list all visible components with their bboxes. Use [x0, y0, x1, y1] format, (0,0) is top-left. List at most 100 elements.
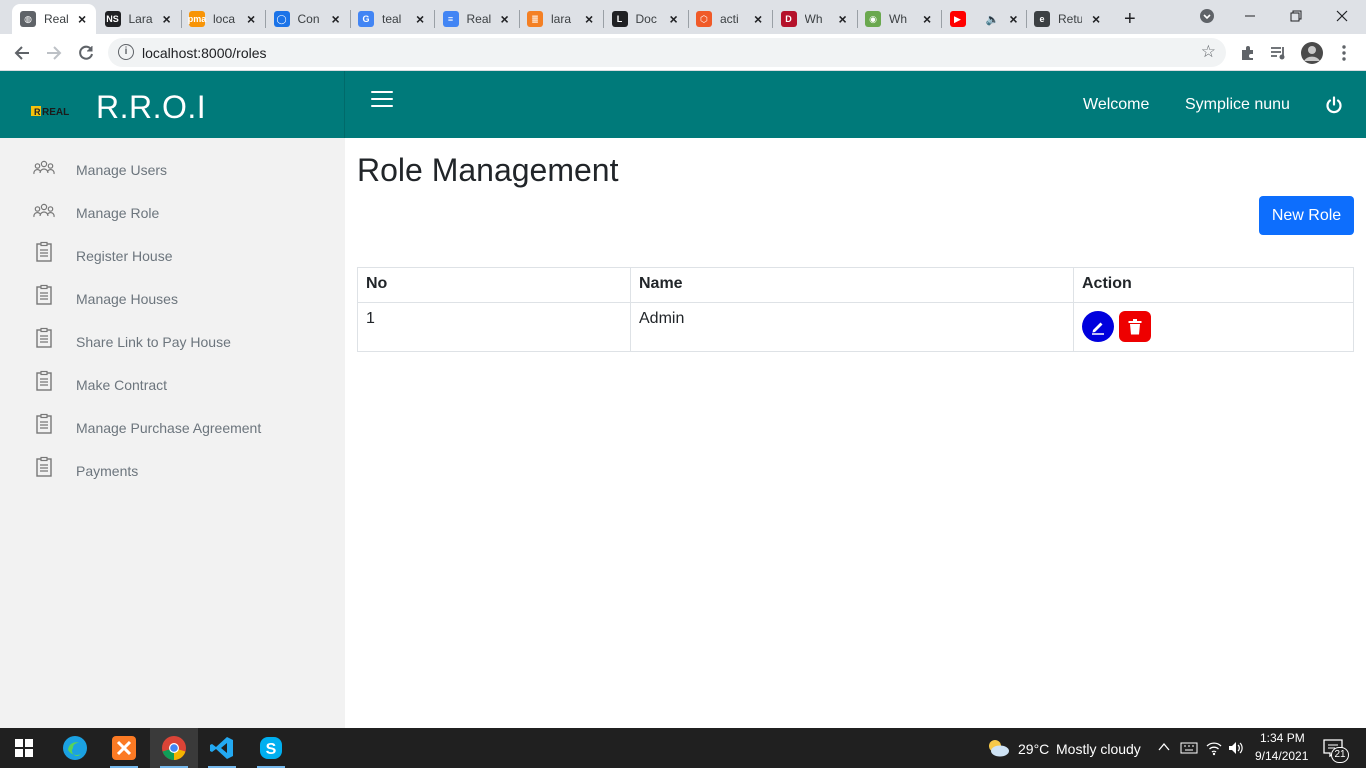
sidebar-item-manage-houses[interactable]: Manage Houses [0, 284, 345, 330]
stackoverflow-icon: ≣ [527, 11, 543, 27]
wifi-icon[interactable] [1205, 740, 1223, 756]
column-header-no: No [357, 267, 631, 303]
browser-tab[interactable]: ◯ Con × [266, 4, 350, 34]
close-tab-icon[interactable]: × [1092, 11, 1100, 27]
kebab-menu-icon [1342, 45, 1346, 61]
tab-search-button[interactable] [1184, 0, 1230, 32]
browser-tab[interactable]: ≣ lara × [519, 4, 603, 34]
clipboard-icon [33, 284, 55, 306]
taskbar-vscode[interactable] [198, 728, 246, 768]
address-bar[interactable]: i localhost:8000/roles ☆ [108, 38, 1226, 67]
notification-badge[interactable]: 21 [1331, 747, 1349, 763]
d-icon: D [780, 11, 797, 27]
profile-avatar[interactable] [1300, 41, 1324, 65]
windows-taskbar: S 29°C Mostly cloudy 1:34 PM 9/14/2021 2… [0, 728, 1366, 768]
browser-tab[interactable]: pma loca × [181, 4, 265, 34]
weather-description[interactable]: Mostly cloudy [1056, 741, 1141, 757]
forward-button[interactable] [42, 41, 66, 65]
clock-time[interactable]: 1:34 PM [1260, 731, 1305, 745]
clipboard-icon [33, 241, 55, 263]
browser-tab[interactable]: Gteal × [350, 4, 434, 34]
tab-audio-icon[interactable]: 🔈 [986, 13, 1000, 26]
sidebar-item-manage-users[interactable]: Manage Users [0, 158, 345, 201]
sidebar-toggle-button[interactable] [371, 91, 393, 109]
browser-tab[interactable]: ≡ Real × [435, 4, 519, 34]
puzzle-icon [1242, 46, 1253, 60]
browser-tab[interactable]: D Wh × [773, 4, 857, 34]
user-name[interactable]: Symplice nunu [1185, 96, 1290, 114]
close-tab-icon[interactable]: × [247, 11, 255, 27]
close-window-button[interactable] [1319, 0, 1365, 32]
close-tab-icon[interactable]: × [585, 11, 593, 27]
taskbar-chrome[interactable] [150, 728, 198, 768]
close-tab-icon[interactable]: × [839, 11, 847, 27]
browser-toolbar: i localhost:8000/roles ☆ [0, 34, 1366, 71]
close-tab-icon[interactable]: × [923, 11, 931, 27]
new-role-button[interactable]: New Role [1259, 196, 1354, 235]
browser-tab[interactable]: L Doc × [604, 4, 688, 34]
power-icon[interactable] [1325, 96, 1343, 114]
circle-icon: ◯ [273, 11, 290, 27]
sidebar-item-payments[interactable]: Payments [0, 456, 345, 502]
close-icon [1336, 10, 1348, 22]
browser-tab[interactable]: ◉ Wh × [857, 4, 941, 34]
close-tab-icon[interactable]: × [501, 11, 509, 27]
tab-title: Wh [804, 12, 823, 26]
media-control-button[interactable] [1267, 41, 1291, 65]
column-header-action: Action [1073, 267, 1354, 303]
pencil-icon [1092, 322, 1104, 335]
sidebar-item-manage-role[interactable]: Manage Role [0, 201, 345, 244]
browser-tab[interactable]: ▶ 🔈 × [942, 4, 1026, 34]
browser-menu-button[interactable] [1332, 41, 1356, 65]
sidebar-item-make-contract[interactable]: Make Contract [0, 370, 345, 416]
minimize-button[interactable] [1227, 0, 1273, 32]
new-tab-button[interactable]: + [1116, 4, 1144, 34]
close-tab-icon[interactable]: × [163, 11, 171, 27]
browser-tab[interactable]: e Retu × [1026, 4, 1110, 34]
info-icon[interactable]: i [118, 44, 134, 60]
playlist-icon [1271, 47, 1285, 60]
chevron-up-icon[interactable] [1158, 742, 1170, 752]
close-tab-icon[interactable]: × [332, 11, 340, 27]
sidebar-item-label: Share Link to Pay House [76, 334, 231, 350]
taskbar-xampp[interactable] [100, 728, 148, 768]
volume-icon[interactable] [1228, 740, 1244, 756]
close-tab-icon[interactable]: × [78, 11, 86, 27]
edit-role-button[interactable] [1082, 311, 1114, 342]
brand: R REAL R.R.O.I [0, 71, 345, 138]
restore-button[interactable] [1273, 0, 1319, 32]
weather-temp[interactable]: 29°C [1018, 741, 1049, 757]
weather-icon[interactable] [986, 738, 1010, 758]
close-tab-icon[interactable]: × [416, 11, 424, 27]
sidebar-item-register-house[interactable]: Register House [0, 241, 345, 287]
clock-date[interactable]: 9/14/2021 [1255, 749, 1308, 763]
windows-logo-icon [15, 739, 33, 757]
browser-tab[interactable]: ⬡ acti × [688, 4, 772, 34]
close-tab-icon[interactable]: × [670, 11, 678, 27]
bookmark-star-icon[interactable]: ☆ [1201, 42, 1216, 62]
url-text[interactable]: localhost:8000/roles [142, 45, 267, 61]
ns-icon: NS [104, 11, 121, 27]
welcome-text: Welcome [1083, 96, 1150, 113]
cell-name: Admin [630, 302, 1074, 352]
close-tab-icon[interactable]: × [1009, 11, 1017, 27]
taskbar-skype[interactable]: S [247, 728, 295, 768]
taskbar-edge[interactable] [51, 728, 99, 768]
sidebar-item-manage-purchase-agreement[interactable]: Manage Purchase Agreement [0, 413, 345, 459]
keyboard-icon[interactable] [1180, 741, 1198, 755]
brand-name[interactable]: R.R.O.I [96, 89, 206, 126]
browser-tab[interactable]: NS Lara × [97, 4, 181, 34]
restore-icon [1290, 10, 1302, 22]
sidebar-item-label: Payments [76, 463, 139, 479]
close-tab-icon[interactable]: × [754, 11, 762, 27]
start-button[interactable] [0, 728, 48, 768]
back-button[interactable] [10, 41, 34, 65]
reload-icon [79, 45, 93, 60]
sidebar-item-share-link-to-pay-house[interactable]: Share Link to Pay House [0, 327, 345, 373]
browser-tab[interactable]: ◍ Real × [12, 4, 96, 34]
reload-button[interactable] [74, 41, 98, 65]
sidebar-item-label: Manage Houses [76, 291, 178, 307]
skype-icon: S [260, 737, 282, 759]
extensions-button[interactable] [1236, 41, 1260, 65]
delete-role-button[interactable] [1119, 311, 1152, 342]
